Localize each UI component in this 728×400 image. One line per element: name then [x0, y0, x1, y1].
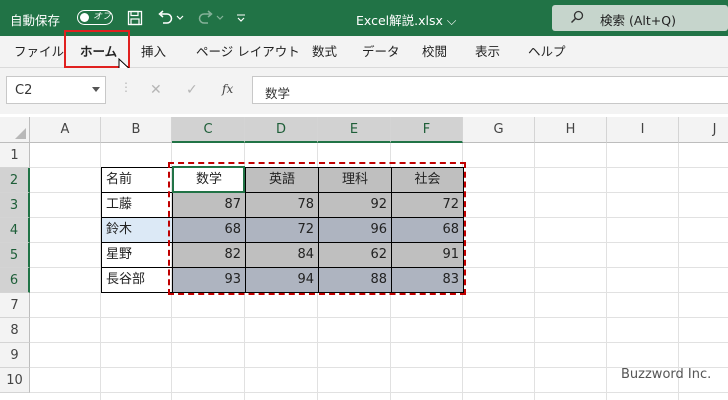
- tab-review[interactable]: 校閲: [422, 36, 447, 67]
- row-header-1[interactable]: 1: [0, 143, 30, 168]
- tab-page-layout[interactable]: ページ レイアウト: [196, 36, 300, 67]
- autosave-toggle[interactable]: オフ: [77, 10, 113, 25]
- row-gridline: [30, 342, 728, 343]
- column-header-g[interactable]: G: [463, 117, 535, 143]
- autosave-label: 自動保存: [10, 13, 61, 28]
- more-options-icon: ⋮: [120, 80, 132, 94]
- column-header-e[interactable]: E: [318, 117, 391, 143]
- watermark: Buzzword Inc.: [621, 367, 712, 382]
- search-placeholder: 検索 (Alt+Q): [600, 13, 676, 28]
- row-header-7[interactable]: 7: [0, 293, 30, 318]
- row-header-10[interactable]: 10: [0, 368, 30, 393]
- column-header-i[interactable]: I: [607, 117, 679, 143]
- table-name-cell[interactable]: 工藤: [101, 192, 173, 218]
- customize-toolbar-icon[interactable]: [234, 8, 248, 28]
- row-gridline: [30, 317, 728, 318]
- tab-file[interactable]: ファイル: [14, 36, 64, 67]
- column-header-b[interactable]: B: [101, 117, 172, 143]
- table-name-cell[interactable]: 星野: [101, 242, 173, 268]
- save-icon[interactable]: [125, 8, 145, 28]
- column-header-a[interactable]: A: [30, 117, 101, 143]
- enter-icon[interactable]: ✓: [186, 82, 198, 98]
- active-cell-border: [172, 166, 245, 193]
- row-header-5[interactable]: 5: [0, 243, 30, 268]
- row-header-8[interactable]: 8: [0, 318, 30, 343]
- row-header-9[interactable]: 9: [0, 343, 30, 368]
- formula-input[interactable]: 数学: [252, 76, 728, 104]
- cancel-icon[interactable]: ✕: [150, 82, 162, 98]
- table-header-cell[interactable]: 名前: [101, 167, 173, 193]
- undo-icon[interactable]: [155, 8, 175, 28]
- formula-text: 数学: [265, 86, 291, 101]
- tab-insert[interactable]: 挿入: [141, 36, 166, 67]
- tab-formulas[interactable]: 数式: [312, 36, 337, 67]
- redo-icon[interactable]: [196, 8, 216, 28]
- title-chevron-icon: ⌵: [446, 13, 457, 28]
- name-box[interactable]: C2: [6, 76, 106, 104]
- column-gridline: [678, 143, 679, 400]
- column-gridline: [534, 143, 535, 400]
- column-gridline: [606, 143, 607, 400]
- table-name-cell[interactable]: 鈴木: [101, 217, 173, 243]
- toggle-knob: [80, 13, 89, 22]
- row-header-3[interactable]: 3: [0, 193, 30, 218]
- name-box-value: C2: [15, 83, 33, 98]
- insert-function-icon[interactable]: fx: [222, 82, 233, 96]
- row-header-6[interactable]: 6: [0, 268, 30, 293]
- column-header-j[interactable]: J: [679, 117, 728, 143]
- row-header-2[interactable]: 2: [0, 168, 30, 193]
- select-all-button[interactable]: [0, 117, 30, 143]
- column-header-h[interactable]: H: [535, 117, 607, 143]
- row-gridline: [30, 392, 728, 393]
- search-box[interactable]: 検索 (Alt+Q): [552, 5, 728, 31]
- undo-dropdown-icon[interactable]: [174, 8, 186, 28]
- document-title[interactable]: Excel解説.xlsx ⌵: [356, 10, 456, 29]
- table-name-cell[interactable]: 長谷部: [101, 267, 173, 293]
- select-all-icon: [15, 128, 26, 139]
- column-header-c[interactable]: C: [172, 117, 245, 143]
- tab-view[interactable]: 表示: [475, 36, 500, 67]
- formula-bar: C2 ⋮ ✕ ✓ fx 数学: [0, 68, 728, 114]
- row-header-4[interactable]: 4: [0, 218, 30, 243]
- toggle-label: オフ: [93, 12, 112, 22]
- name-box-dropdown-icon[interactable]: [92, 87, 100, 92]
- redo-dropdown-icon[interactable]: [214, 8, 226, 28]
- search-icon: [570, 10, 584, 27]
- filename: Excel解説.xlsx: [356, 13, 443, 28]
- column-header-f[interactable]: F: [391, 117, 463, 143]
- tab-help[interactable]: ヘルプ: [528, 36, 566, 67]
- column-header-d[interactable]: D: [245, 117, 318, 143]
- tab-data[interactable]: データ: [362, 36, 400, 67]
